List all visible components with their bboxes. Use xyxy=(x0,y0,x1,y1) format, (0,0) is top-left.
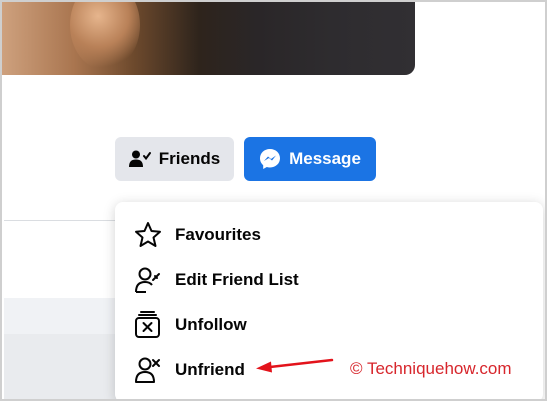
friends-button-label: Friends xyxy=(158,149,221,168)
message-button-label: Message xyxy=(289,149,361,168)
unfollow-box-icon xyxy=(135,310,160,338)
message-button[interactable]: Message xyxy=(244,137,376,181)
friends-button[interactable]: Friends xyxy=(115,137,234,181)
watermark: © Techniquehow.com xyxy=(350,359,512,378)
person-check-icon xyxy=(128,150,151,167)
person-edit-icon xyxy=(135,267,160,293)
background-panel xyxy=(4,298,116,399)
cover-photo xyxy=(2,2,415,75)
section-divider xyxy=(4,220,116,221)
menu-item-favourites[interactable]: Favourites xyxy=(115,212,543,257)
messenger-icon xyxy=(260,149,281,169)
menu-item-label: Unfollow xyxy=(175,314,247,334)
menu-item-label: Unfriend xyxy=(175,359,245,379)
menu-item-edit-friend-list[interactable]: Edit Friend List xyxy=(115,257,543,302)
person-remove-icon xyxy=(135,357,160,383)
menu-item-unfollow[interactable]: Unfollow xyxy=(115,302,543,347)
screenshot-frame: Friends Message Favourites Edit Friend L… xyxy=(0,0,547,401)
star-icon xyxy=(135,221,161,247)
menu-item-label: Edit Friend List xyxy=(175,269,299,289)
annotation-arrow xyxy=(256,358,334,373)
menu-item-label: Favourites xyxy=(175,224,261,244)
